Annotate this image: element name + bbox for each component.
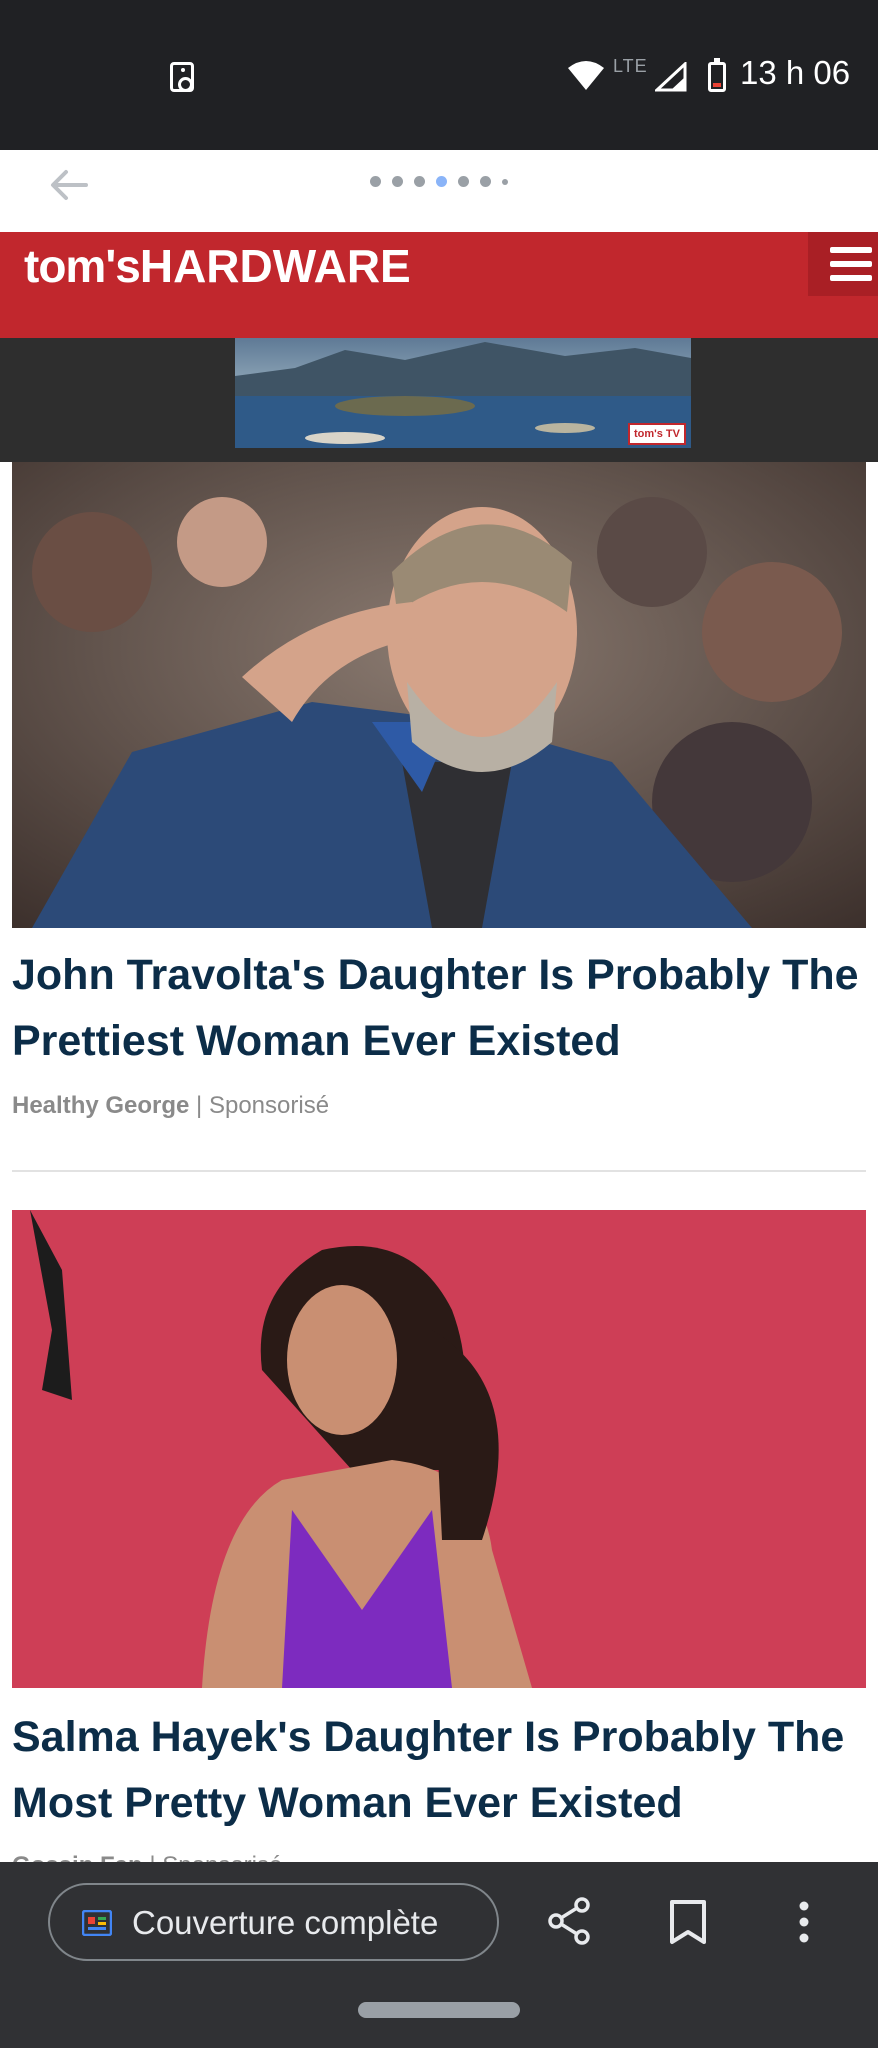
article-source: Healthy George	[12, 1092, 190, 1119]
back-arrow-icon[interactable]	[44, 160, 94, 210]
hamburger-icon-bar	[830, 275, 872, 281]
full-coverage-button[interactable]: Couverture complète	[48, 1883, 499, 1961]
coverage-icon	[82, 1910, 112, 1936]
page-dot	[370, 176, 381, 187]
hamburger-icon-bar	[830, 261, 872, 267]
ad-image[interactable]	[235, 338, 691, 448]
logo-prefix: tom's	[24, 240, 141, 292]
page-dot	[458, 176, 469, 187]
article-title[interactable]: John Travolta's Daughter Is Probably The…	[12, 942, 866, 1074]
full-coverage-label: Couverture complète	[132, 1904, 439, 1941]
speaker-icon	[170, 62, 194, 92]
hamburger-icon	[830, 247, 872, 253]
card-divider	[12, 1170, 866, 1172]
clock: 13 h 06	[740, 54, 851, 91]
article-image[interactable]	[12, 462, 866, 928]
share-icon[interactable]	[544, 1895, 596, 1947]
sponsored-label: Sponsorisé	[208, 1092, 330, 1119]
battery-icon	[708, 58, 726, 92]
site-logo[interactable]: tom'sHARDWARE	[24, 239, 411, 293]
logo-suffix: HARDWARE	[139, 240, 411, 292]
page-dot	[480, 176, 491, 187]
menu-button[interactable]	[808, 232, 878, 296]
ad-badge: tom's TV	[628, 423, 686, 445]
page-dot	[502, 178, 508, 185]
wifi-icon	[568, 61, 604, 90]
page: LTE 13 h 06 tom'sHARDWARE tom's TV John …	[0, 0, 878, 2048]
page-indicator	[370, 176, 508, 187]
network-type-label: LTE	[613, 56, 648, 76]
article-title[interactable]: Salma Hayek's Daughter Is Probably The M…	[12, 1704, 866, 1836]
page-dot-active	[436, 176, 447, 187]
more-vert-icon[interactable]	[792, 1898, 816, 1946]
signal-icon	[655, 62, 687, 92]
article-image[interactable]	[12, 1210, 866, 1688]
bookmark-icon[interactable]	[668, 1898, 708, 1946]
page-dot	[414, 176, 425, 187]
home-indicator[interactable]	[358, 2002, 520, 2018]
page-dot	[392, 176, 403, 187]
article-meta: Healthy George | Sponsorisé	[12, 1092, 329, 1120]
meta-separator: |	[189, 1092, 209, 1119]
